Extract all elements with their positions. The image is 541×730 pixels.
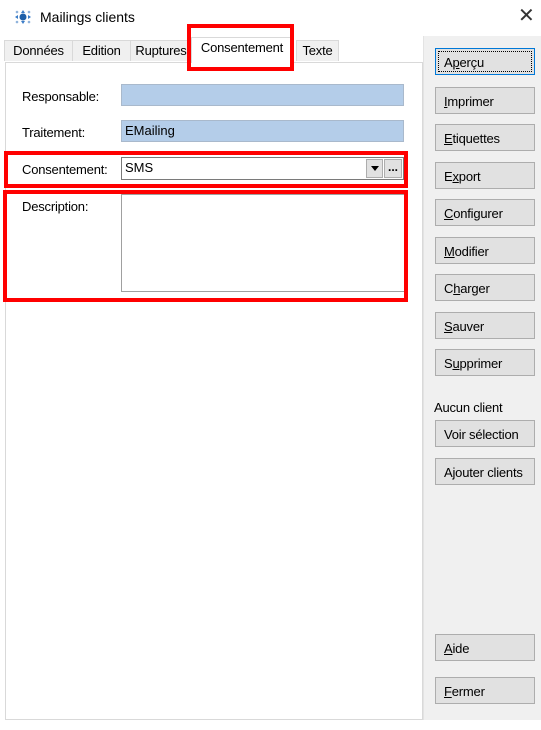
configurer-label: onfigurer [453, 206, 503, 221]
traitement-label: Traitement: [22, 125, 86, 140]
consentement-select[interactable]: SMS ... [121, 157, 404, 180]
traitement-field[interactable]: EMailing [121, 120, 404, 142]
aide-button[interactable]: Aide [435, 634, 535, 661]
tab-consentement[interactable]: Consentement [191, 37, 293, 63]
title-bar: Mailings clients ✕ [0, 0, 541, 36]
fermer-button[interactable]: Fermer [435, 677, 535, 704]
tab-ruptures[interactable]: Ruptures [130, 40, 192, 61]
etiquettes-label: tiquettes [452, 131, 500, 146]
responsable-label: Responsable: [22, 89, 100, 104]
charger-label: C [444, 281, 454, 296]
apercu-button[interactable]: Aperçu [435, 48, 535, 75]
consentement-value: SMS [125, 160, 154, 175]
sauver-label: auver [452, 319, 485, 334]
tab-texte[interactable]: Texte [296, 40, 339, 61]
selection-status: Aucun client [434, 400, 503, 415]
etiquettes-button[interactable]: Etiquettes [435, 124, 535, 151]
supprimer-button[interactable]: Supprimer [435, 349, 535, 376]
voir-selection-button[interactable]: Voir sélection [435, 420, 535, 447]
fermer-label: ermer [451, 684, 485, 699]
configurer-button[interactable]: Configurer [435, 199, 535, 226]
app-logo-icon [15, 10, 31, 24]
description-label: Description: [22, 199, 89, 214]
apercu-label-rest: erçu [459, 55, 485, 70]
export-button[interactable]: Export [435, 162, 535, 189]
ellipsis-button[interactable]: ... [384, 159, 402, 178]
modifier-accel: M [444, 244, 455, 259]
ajouter-clients-button[interactable]: Ajouter clients [435, 458, 535, 485]
close-icon[interactable]: ✕ [518, 5, 535, 27]
fermer-accel: F [444, 684, 452, 699]
supprimer-accel: u [452, 356, 460, 371]
description-textarea[interactable] [121, 194, 406, 292]
tab-edition[interactable]: Edition [72, 40, 131, 61]
configurer-accel: C [444, 206, 454, 221]
window-title: Mailings clients [40, 9, 135, 25]
aide-label: ide [452, 641, 470, 656]
apercu-accel: p [452, 55, 460, 70]
imprimer-button[interactable]: Imprimer [435, 87, 535, 114]
charger-label-rest: arger [460, 281, 490, 296]
export-label-rest: port [458, 169, 481, 184]
imprimer-label: mprimer [447, 94, 494, 109]
consentement-label: Consentement: [22, 162, 108, 177]
modifier-button[interactable]: Modifier [435, 237, 535, 264]
dropdown-arrow-icon[interactable] [366, 159, 383, 178]
responsable-field[interactable] [121, 84, 404, 106]
apercu-label: A [444, 55, 453, 70]
charger-button[interactable]: Charger [435, 274, 535, 301]
modifier-label: odifier [454, 244, 489, 259]
sauver-button[interactable]: Sauver [435, 312, 535, 339]
tab-donnees[interactable]: Données [4, 40, 73, 61]
supprimer-label-rest: pprimer [459, 356, 503, 371]
